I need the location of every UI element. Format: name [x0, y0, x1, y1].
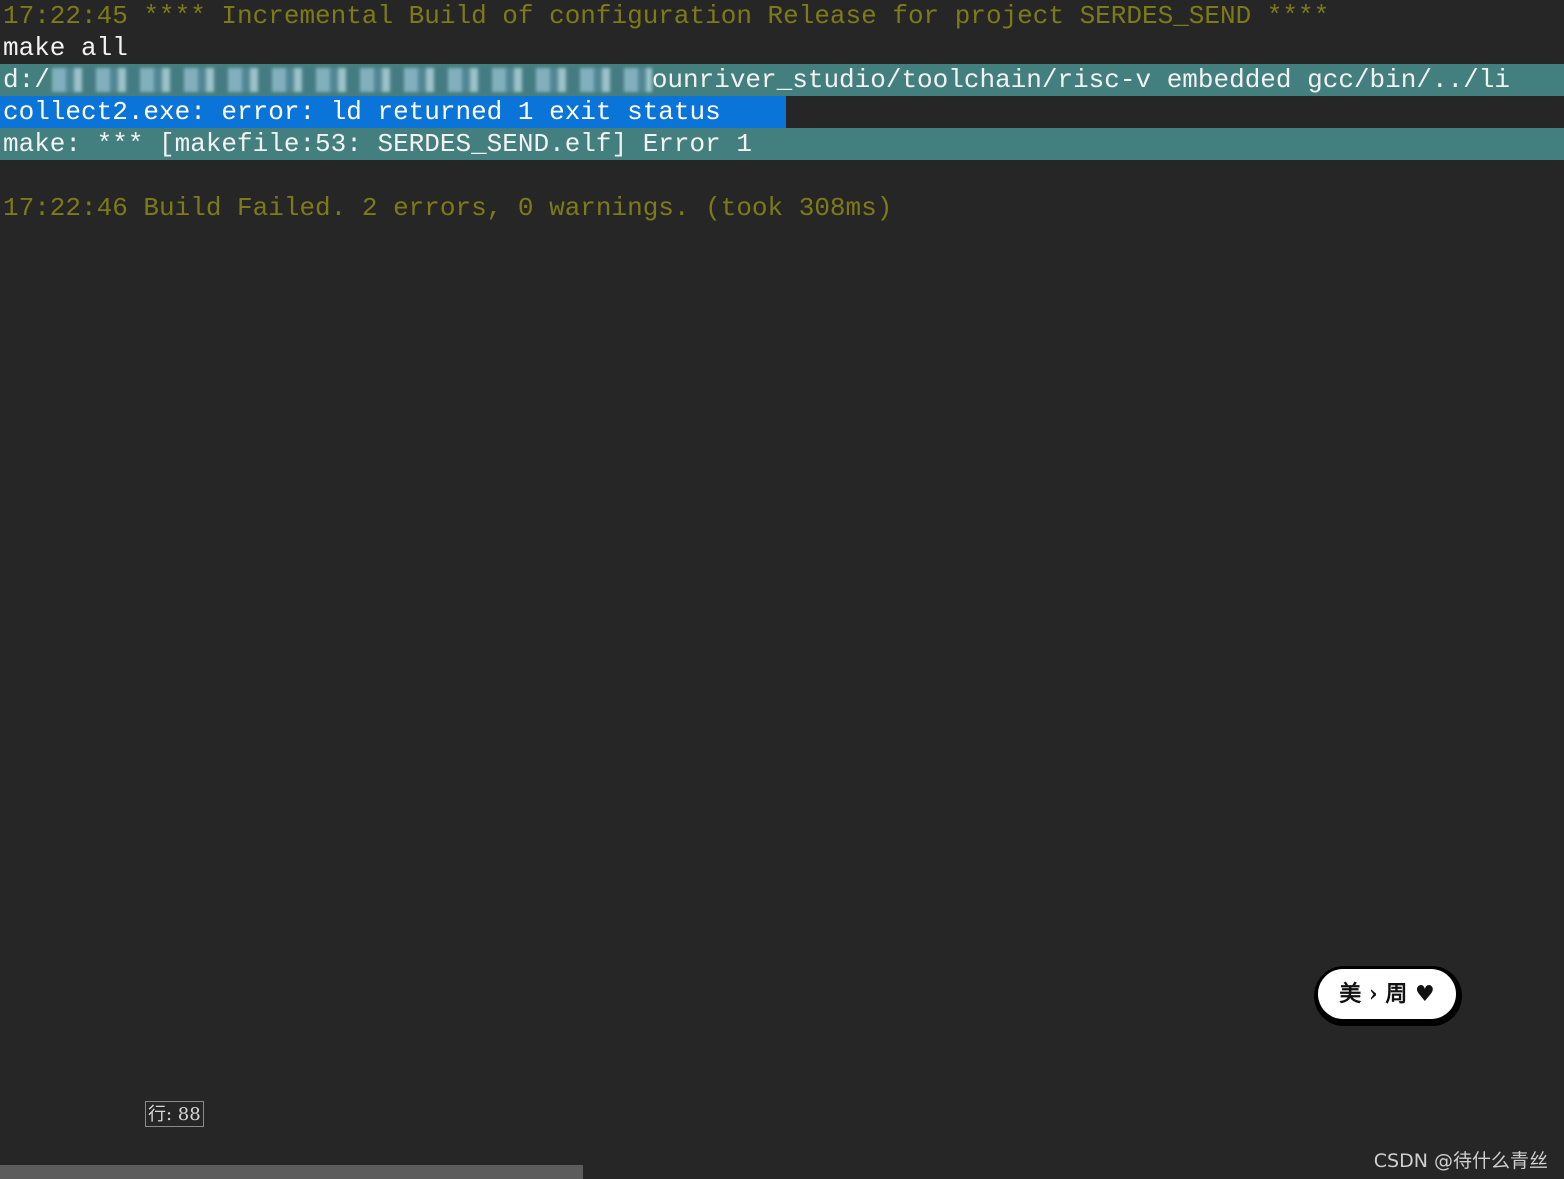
path-suffix: ounriver_studio/toolchain/risc-v embedde…	[651, 65, 1510, 95]
console-line-make-error[interactable]: make: *** [makefile:53: SERDES_SEND.elf]…	[0, 128, 1564, 160]
scrollbar-thumb[interactable]	[0, 1165, 583, 1179]
console-line-path-error[interactable]: d:/ ounriver_studio/toolchain/risc-v embe…	[0, 64, 1564, 96]
console-line-make-all[interactable]: make all	[0, 32, 1564, 64]
line-number-tooltip: 行: 88	[145, 1101, 204, 1127]
console-line-build-start[interactable]: 17:22:45 **** Incremental Build of confi…	[0, 0, 1564, 32]
redacted-path-blur	[51, 68, 652, 93]
watermark-text: CSDN @待什么青丝	[1373, 1150, 1548, 1172]
console-line-collect2-error-selected[interactable]: collect2.exe: error: ld returned 1 exit …	[0, 96, 786, 128]
console-line-build-result[interactable]: 17:22:46 Build Failed. 2 errors, 0 warni…	[0, 192, 1564, 224]
unselected-area	[786, 96, 1564, 128]
floating-badge[interactable]: 美 › 周 ♥	[1314, 966, 1462, 1026]
path-prefix: d:/	[3, 65, 50, 95]
horizontal-scrollbar[interactable]	[0, 1162, 1564, 1179]
badge-label: 美 › 周 ♥	[1318, 969, 1456, 1019]
